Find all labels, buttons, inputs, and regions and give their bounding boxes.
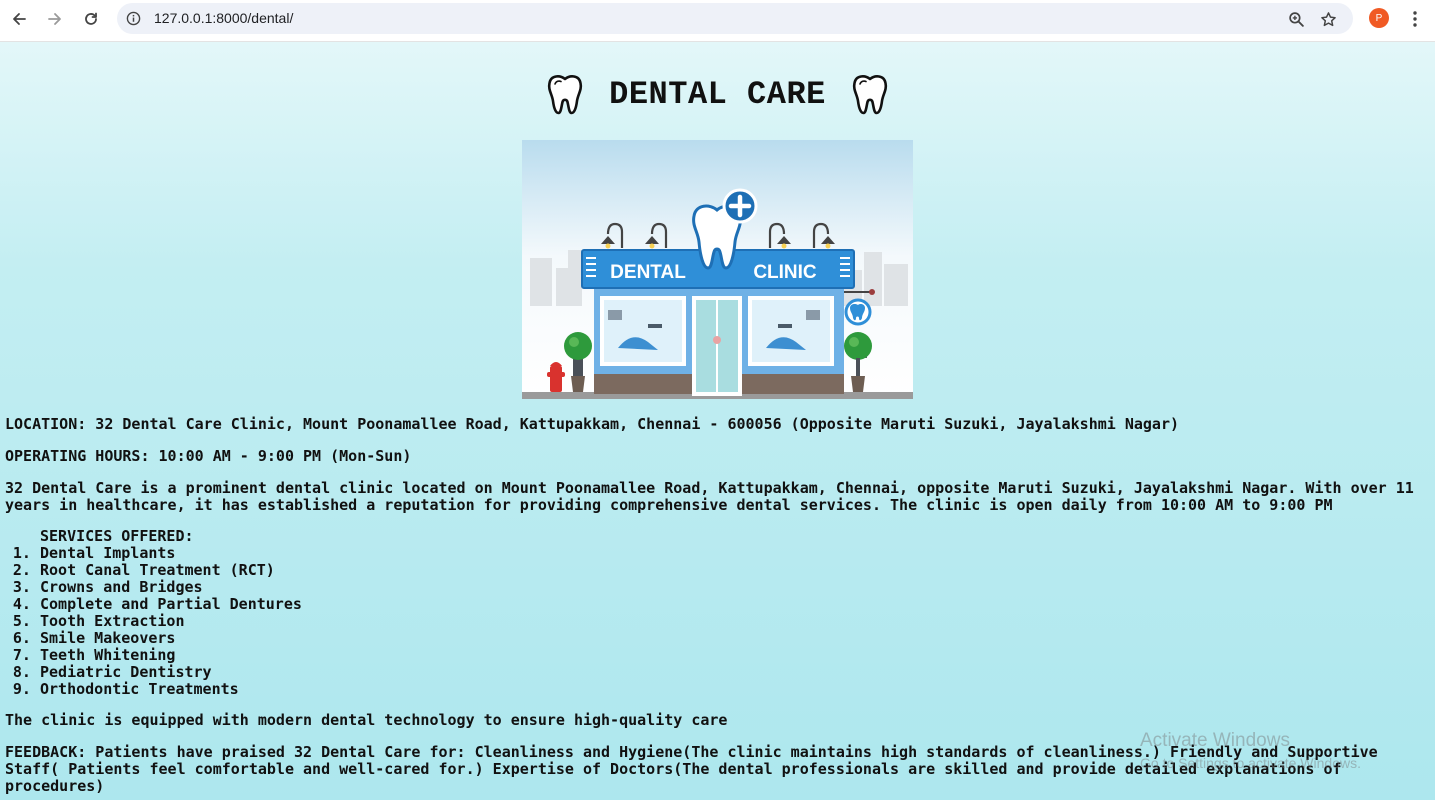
profile-avatar[interactable]: P bbox=[1369, 8, 1389, 28]
site-info-button[interactable] bbox=[125, 10, 142, 27]
forward-button[interactable] bbox=[43, 7, 67, 31]
back-icon bbox=[13, 13, 26, 25]
back-button[interactable] bbox=[7, 7, 31, 31]
forward-icon bbox=[48, 13, 61, 25]
activation-watermark-subtitle: Go to Settings to activate Windows. bbox=[1140, 755, 1361, 771]
browser-menu-button[interactable] bbox=[1405, 7, 1425, 31]
description-text: 32 Dental Care is a prominent dental cli… bbox=[5, 479, 1414, 514]
list-item: Dental Implants bbox=[40, 545, 302, 562]
equipment-text: The clinic is equipped with modern denta… bbox=[5, 711, 728, 729]
services-heading: SERVICES OFFERED: bbox=[40, 527, 194, 545]
zoom-icon bbox=[1288, 11, 1304, 27]
page-title: DENTAL CARE bbox=[609, 75, 826, 113]
operating-hours-text: OPERATING HOURS: 10:00 AM - 9:00 PM (Mon… bbox=[5, 447, 412, 465]
list-item: Teeth Whitening bbox=[40, 647, 302, 664]
location-text: LOCATION: 32 Dental Care Clinic, Mount P… bbox=[5, 415, 1179, 433]
page-heading: DENTAL CARE bbox=[0, 68, 1435, 120]
bookmark-button[interactable] bbox=[1317, 8, 1339, 30]
sign-right-text: CLINIC bbox=[753, 262, 817, 283]
star-icon bbox=[1320, 11, 1336, 26]
url-text[interactable]: 127.0.0.1:8000/dental/ bbox=[154, 10, 293, 26]
info-icon bbox=[126, 11, 141, 26]
sign-left-text: DENTAL bbox=[610, 262, 686, 283]
list-item: Complete and Partial Dentures bbox=[40, 596, 302, 613]
address-bar[interactable]: 127.0.0.1:8000/dental/ bbox=[117, 3, 1353, 34]
tooth-icon bbox=[852, 75, 887, 115]
clinic-illustration: DENTAL CLINIC bbox=[522, 140, 913, 399]
kebab-menu-icon bbox=[1413, 11, 1417, 27]
list-item: Root Canal Treatment (RCT) bbox=[40, 562, 302, 579]
activation-watermark-title: Activate Windows bbox=[1140, 730, 1290, 751]
reload-icon bbox=[85, 12, 97, 25]
services-list: Dental Implants Root Canal Treatment (RC… bbox=[0, 545, 302, 698]
page-body: DENTAL CARE DENTAL CLINIC LOCATION: 32 D… bbox=[0, 42, 1435, 800]
browser-toolbar: 127.0.0.1:8000/dental/ P bbox=[0, 0, 1435, 42]
reload-button[interactable] bbox=[79, 7, 103, 31]
tooth-icon bbox=[548, 75, 583, 115]
list-item: Orthodontic Treatments bbox=[40, 681, 302, 698]
list-item: Pediatric Dentistry bbox=[40, 664, 302, 681]
zoom-button[interactable] bbox=[1285, 8, 1307, 30]
list-item: Tooth Extraction bbox=[40, 613, 302, 630]
list-item: Crowns and Bridges bbox=[40, 579, 302, 596]
list-item: Smile Makeovers bbox=[40, 630, 302, 647]
